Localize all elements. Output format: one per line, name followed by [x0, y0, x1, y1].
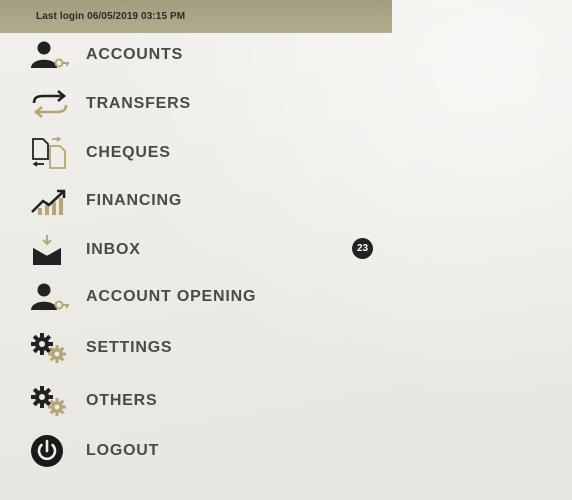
transfer-arrows-icon	[30, 88, 74, 120]
menu-item-label: SETTINGS	[86, 339, 173, 356]
last-login-text: Last login 06/05/2019 03:15 PM	[36, 11, 186, 22]
menu-item-label: INBOX	[86, 241, 141, 258]
gears-icon	[30, 332, 74, 364]
user-key-icon	[30, 39, 74, 71]
menu-item-label: OTHERS	[86, 392, 158, 409]
cheques-icon	[30, 137, 74, 169]
menu-item-logout[interactable]: LOGOUT	[30, 433, 159, 469]
menu-item-label: CHEQUES	[86, 144, 171, 161]
menu-item-accounts[interactable]: ACCOUNTS	[30, 37, 183, 73]
power-icon	[30, 435, 74, 467]
menu-item-inbox[interactable]: INBOX	[30, 232, 141, 268]
menu-item-label: FINANCING	[86, 192, 183, 209]
inbox-icon	[30, 234, 74, 266]
menu-item-label: LOGOUT	[86, 442, 160, 459]
menu-item-label: TRANSFERS	[86, 95, 191, 112]
financing-chart-icon	[30, 185, 74, 217]
menu-item-account-opening[interactable]: ACCOUNT OPENING	[30, 279, 256, 315]
menu-item-financing[interactable]: FINANCING	[30, 183, 182, 219]
menu-item-cheques[interactable]: CHEQUES	[30, 135, 171, 171]
menu-item-label: ACCOUNTS	[86, 46, 184, 63]
menu-item-label: ACCOUNT OPENING	[86, 288, 257, 305]
menu-item-settings[interactable]: SETTINGS	[30, 330, 172, 366]
screen: Last login 06/05/2019 03:15 PM ACCOUNTS	[0, 0, 572, 500]
last-login-bar: Last login 06/05/2019 03:15 PM	[0, 0, 392, 33]
gears-icon	[30, 385, 74, 417]
menu-item-transfers[interactable]: TRANSFERS	[30, 86, 191, 122]
inbox-badge: 23	[352, 238, 373, 259]
menu-item-others[interactable]: OTHERS	[30, 383, 157, 419]
user-key-icon	[30, 281, 74, 313]
